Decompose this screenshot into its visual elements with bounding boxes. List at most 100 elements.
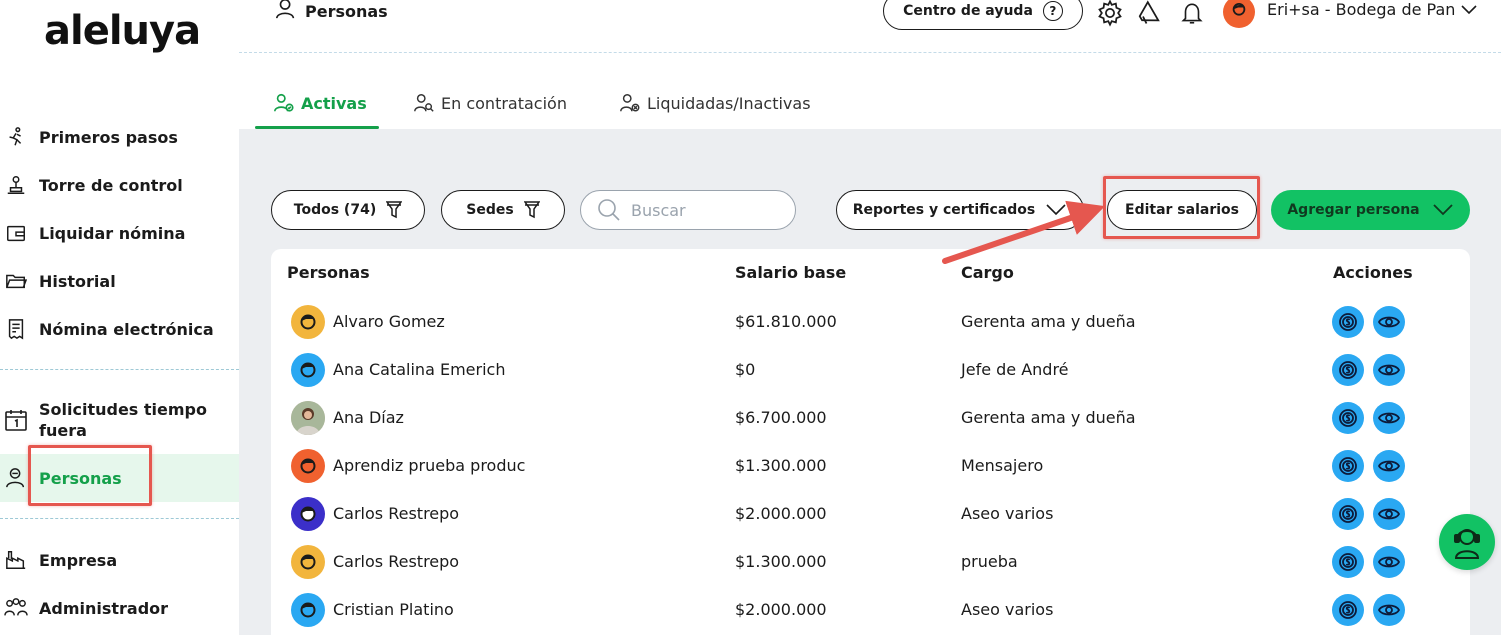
salary-action-button[interactable] — [1332, 450, 1364, 482]
person-salary: $2.000.000 — [735, 600, 827, 619]
tab-liquidadas-inactivas[interactable]: Liquidadas/Inactivas — [619, 91, 811, 115]
person-cargo: prueba — [961, 552, 1018, 571]
avatar — [291, 497, 325, 531]
view-action-button[interactable] — [1373, 546, 1405, 578]
bell-icon[interactable] — [1177, 0, 1207, 28]
eye-icon — [1378, 508, 1400, 520]
filter-sedes-label: Sedes — [466, 202, 514, 218]
salary-action-button[interactable] — [1332, 306, 1364, 338]
table-row[interactable]: Carlos Restrepo $1.300.000 prueba — [271, 538, 1470, 586]
question-icon: ? — [1042, 1, 1063, 21]
salary-action-button[interactable] — [1332, 546, 1364, 578]
table-row[interactable]: Cristian Platino $2.000.000 Aseo varios — [271, 586, 1470, 634]
person-salary: $0 — [735, 360, 756, 379]
edit-salaries-button[interactable]: Editar salarios — [1107, 190, 1257, 230]
person-salary: $1.300.000 — [735, 552, 827, 571]
user-avatar[interactable] — [1223, 0, 1255, 28]
column-header-actions: Acciones — [1333, 263, 1413, 282]
reports-dropdown-button[interactable]: Reportes y certificados — [836, 190, 1084, 230]
coin-icon — [1339, 505, 1357, 523]
coin-icon — [1339, 457, 1357, 475]
eye-icon — [1378, 460, 1400, 472]
person-search-icon — [414, 94, 434, 112]
table-row[interactable]: Alvaro Gomez $61.810.000 Gerenta ama y d… — [271, 298, 1470, 346]
tab-label: Liquidadas/Inactivas — [647, 93, 811, 113]
salary-action-button[interactable] — [1332, 498, 1364, 530]
tab-label: En contratación — [441, 93, 567, 113]
filter-todos-label: Todos (74) — [293, 202, 377, 218]
sidebar-item-historial[interactable]: Historial — [0, 261, 239, 301]
view-action-button[interactable] — [1373, 450, 1405, 482]
table-row[interactable]: Aprendiz prueba produc $1.300.000 Mensaj… — [271, 442, 1470, 490]
sidebar-item-label: Personas — [39, 468, 122, 488]
person-cargo: Aseo varios — [961, 600, 1054, 619]
support-chat-button[interactable] — [1439, 514, 1495, 570]
megaphone-icon[interactable] — [1135, 0, 1165, 28]
filter-todos-button[interactable]: Todos (74) — [271, 190, 425, 230]
tab-en-contratacion[interactable]: En contratación — [413, 91, 567, 115]
salary-action-button[interactable] — [1332, 594, 1364, 626]
salary-action-button[interactable] — [1332, 354, 1364, 386]
eye-icon — [1378, 316, 1400, 328]
person-icon — [275, 0, 297, 24]
column-header-salary: Salario base — [735, 263, 847, 282]
funnel-icon — [386, 201, 403, 219]
view-action-button[interactable] — [1373, 594, 1405, 626]
filter-sedes-button[interactable]: Sedes — [441, 190, 565, 230]
view-action-button[interactable] — [1373, 402, 1405, 434]
eye-icon — [1378, 556, 1400, 568]
persons-table: Personas Salario base Cargo Acciones Alv… — [271, 249, 1470, 635]
person-icon — [4, 466, 28, 490]
help-center-button[interactable]: Centro de ayuda ? — [883, 0, 1083, 30]
gear-icon[interactable] — [1095, 0, 1125, 28]
view-action-button[interactable] — [1373, 306, 1405, 338]
sidebar-item-solicitudes-tiempo-fuera[interactable]: Solicitudes tiempo fuera — [0, 396, 239, 444]
eye-icon — [1378, 412, 1400, 424]
coin-icon — [1339, 553, 1357, 571]
view-action-button[interactable] — [1373, 498, 1405, 530]
sidebar-divider — [0, 369, 239, 370]
add-person-button[interactable]: Agregar persona — [1271, 190, 1470, 230]
coin-icon — [1339, 313, 1357, 331]
person-name[interactable]: Carlos Restrepo — [333, 504, 459, 523]
chevron-down-icon[interactable] — [1459, 0, 1479, 24]
sidebar-item-liquidar-nomina[interactable]: Liquidar nómina — [0, 213, 239, 253]
sidebar-item-personas[interactable]: Personas — [0, 454, 239, 502]
table-row[interactable]: Ana Catalina Emerich $0 Jefe de André — [271, 346, 1470, 394]
help-center-label: Centro de ayuda — [903, 3, 1033, 19]
person-name[interactable]: Cristian Platino — [333, 600, 454, 619]
sidebar-item-administrador[interactable]: Administrador — [0, 588, 239, 628]
person-name[interactable]: Alvaro Gomez — [333, 312, 445, 331]
chevron-down-icon — [1433, 204, 1453, 216]
eye-icon — [1378, 364, 1400, 376]
sidebar-item-primeros-pasos[interactable]: Primeros pasos — [0, 117, 239, 157]
calendar-icon — [4, 408, 28, 432]
column-header-cargo: Cargo — [961, 263, 1014, 282]
search-box[interactable] — [580, 190, 796, 230]
avatar — [291, 545, 325, 579]
sidebar-item-empresa[interactable]: Empresa — [0, 540, 239, 580]
person-name[interactable]: Carlos Restrepo — [333, 552, 459, 571]
company-user-name[interactable]: Eri+sa - Bodega de Pan — [1267, 0, 1455, 20]
sidebar-item-label: Primeros pasos — [39, 127, 178, 147]
person-name[interactable]: Aprendiz prueba produc — [333, 456, 525, 475]
person-name[interactable]: Ana Catalina Emerich — [333, 360, 505, 379]
table-row[interactable]: Ana Díaz $6.700.000 Gerenta ama y dueña — [271, 394, 1470, 442]
tab-activas[interactable]: Activas — [273, 91, 367, 115]
salary-action-button[interactable] — [1332, 402, 1364, 434]
sidebar-item-torre-de-control[interactable]: Torre de control — [0, 165, 239, 205]
eye-icon — [1378, 604, 1400, 616]
aleluya-logo[interactable]: aleluya — [44, 8, 201, 54]
runner-icon — [4, 125, 28, 149]
view-action-button[interactable] — [1373, 354, 1405, 386]
person-cargo: Gerenta ama y dueña — [961, 312, 1136, 331]
factory-icon — [4, 548, 28, 572]
table-row[interactable]: Carlos Restrepo $2.000.000 Aseo varios — [271, 490, 1470, 538]
sidebar-item-nomina-electronica[interactable]: Nómina electrónica — [0, 309, 239, 349]
page-title-text: Personas — [305, 1, 388, 21]
reports-label: Reportes y certificados — [852, 202, 1036, 218]
search-input[interactable] — [631, 200, 781, 220]
person-name[interactable]: Ana Díaz — [333, 408, 404, 427]
sidebar-item-label: Historial — [39, 271, 116, 291]
person-salary: $2.000.000 — [735, 504, 827, 523]
